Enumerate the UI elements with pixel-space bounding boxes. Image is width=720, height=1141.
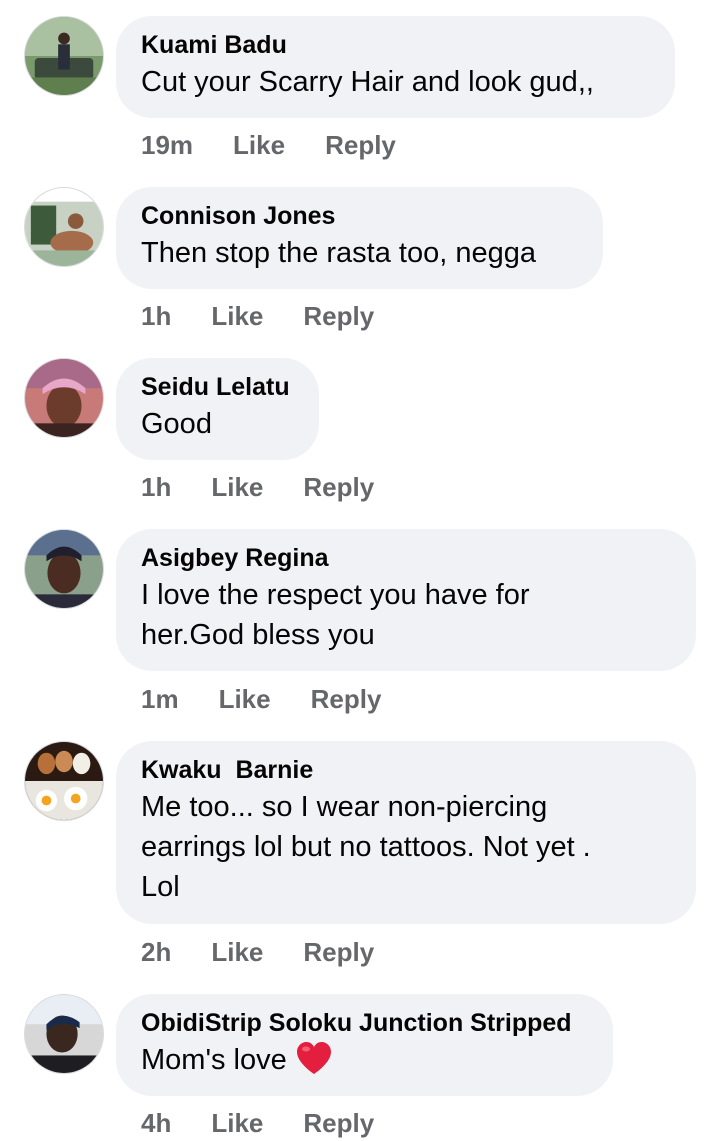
like-button[interactable]: Like bbox=[233, 130, 285, 161]
comment-author[interactable]: Asigbey Regina bbox=[141, 543, 670, 573]
like-button[interactable]: Like bbox=[211, 937, 263, 968]
like-button[interactable]: Like bbox=[211, 472, 263, 503]
comment-bubble: Asigbey Regina I love the respect you ha… bbox=[116, 529, 696, 671]
comment-bubble: Connison Jones Then stop the rasta too, … bbox=[116, 187, 603, 289]
comment-actions: 19m Like Reply bbox=[141, 127, 396, 163]
comment-time[interactable]: 1h bbox=[141, 301, 171, 332]
like-button[interactable]: Like bbox=[211, 301, 263, 332]
comment-author[interactable]: ObidiStrip Soloku Junction Stripped bbox=[141, 1008, 587, 1038]
comment-bubble: ObidiStrip Soloku Junction Stripped Mom'… bbox=[116, 994, 613, 1096]
avatar[interactable] bbox=[24, 994, 104, 1074]
comment-text-line: earrings lol but no tattoos. Not yet . bbox=[141, 831, 591, 863]
comment-time[interactable]: 1m bbox=[141, 684, 179, 715]
comment-author[interactable]: Seidu Lelatu bbox=[141, 372, 293, 402]
reply-button[interactable]: Reply bbox=[303, 301, 374, 332]
avatar[interactable] bbox=[24, 187, 104, 267]
comment-author[interactable]: Kwaku Barnie bbox=[141, 755, 670, 785]
reply-button[interactable]: Reply bbox=[325, 130, 396, 161]
woman-portrait-avatar bbox=[25, 530, 103, 608]
heart-icon bbox=[295, 1041, 333, 1086]
avatar[interactable] bbox=[24, 16, 104, 96]
comment-time[interactable]: 2h bbox=[141, 937, 171, 968]
comment-text-line: Me too... so I wear non-piercing bbox=[141, 791, 548, 823]
comment-bubble: Kwaku Barnie Me too... so I wear non-pie… bbox=[116, 741, 696, 924]
comment-time[interactable]: 1h bbox=[141, 472, 171, 503]
comment-actions: 1h Like Reply bbox=[141, 298, 374, 334]
comment-actions: 1m Like Reply bbox=[141, 681, 381, 717]
comment-time[interactable]: 4h bbox=[141, 1108, 171, 1139]
reply-button[interactable]: Reply bbox=[303, 937, 374, 968]
comment-author[interactable]: Connison Jones bbox=[141, 201, 577, 231]
comment-time[interactable]: 19m bbox=[141, 130, 193, 161]
like-button[interactable]: Like bbox=[219, 684, 271, 715]
reply-button[interactable]: Reply bbox=[303, 472, 374, 503]
avatar[interactable] bbox=[24, 529, 104, 609]
woman-headwrap-avatar bbox=[25, 359, 103, 437]
comment-actions: 2h Like Reply bbox=[141, 934, 374, 970]
comment-author[interactable]: Kuami Badu bbox=[141, 30, 649, 60]
reply-button[interactable]: Reply bbox=[303, 1108, 374, 1139]
eggs-avatar bbox=[25, 742, 103, 820]
man-portrait-avatar bbox=[25, 995, 103, 1073]
comment-text-line: I love the respect you have for bbox=[141, 579, 530, 611]
comment-text-content: Mom's love bbox=[141, 1044, 287, 1076]
avatar[interactable] bbox=[24, 358, 104, 438]
comment-text: Good bbox=[141, 408, 212, 440]
comment-text: Then stop the rasta too, negga bbox=[141, 237, 536, 269]
comment-text-line: Lol bbox=[141, 871, 180, 903]
person-sitting-avatar bbox=[25, 188, 103, 266]
man-standing-by-car-avatar bbox=[25, 17, 103, 95]
comment-text: Mom's love bbox=[141, 1040, 587, 1086]
comment-text: Cut your Scarry Hair and look gud,, bbox=[141, 66, 594, 98]
comment-bubble: Kuami Badu Cut your Scarry Hair and look… bbox=[116, 16, 675, 118]
avatar[interactable] bbox=[24, 741, 104, 821]
comment-actions: 4h Like Reply bbox=[141, 1105, 374, 1141]
reply-button[interactable]: Reply bbox=[311, 684, 382, 715]
comment-text-line: her.God bless you bbox=[141, 619, 375, 651]
comment-bubble: Seidu Lelatu Good bbox=[116, 358, 319, 460]
like-button[interactable]: Like bbox=[211, 1108, 263, 1139]
comment-actions: 1h Like Reply bbox=[141, 469, 374, 505]
